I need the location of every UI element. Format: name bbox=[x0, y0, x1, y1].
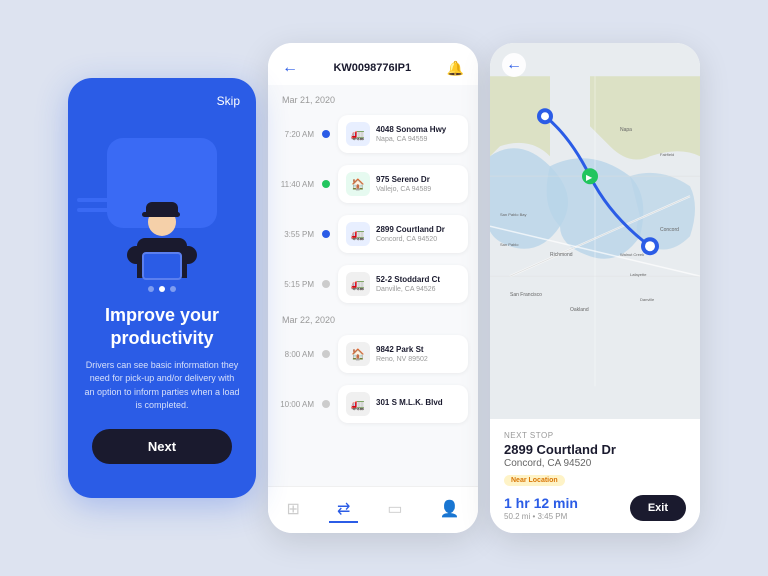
dot-3 bbox=[170, 286, 176, 292]
nav-box-icon[interactable]: ▭ bbox=[379, 497, 410, 523]
dot-1 bbox=[148, 286, 154, 292]
map-back-button[interactable]: ← bbox=[502, 53, 526, 77]
bell-icon[interactable]: 🔔 bbox=[447, 60, 464, 77]
stop-card[interactable]: 🚛 4048 Sonoma Hwy Napa, CA 94559 bbox=[338, 115, 468, 153]
skip-button[interactable]: Skip bbox=[217, 94, 240, 108]
stop-address: 301 S M.L.K. Blvd bbox=[376, 398, 460, 408]
nav-person-icon[interactable]: 👤 bbox=[432, 497, 468, 523]
timeline-dot bbox=[322, 180, 330, 188]
timeline-dot bbox=[322, 230, 330, 238]
stop-time: 3:55 PM bbox=[278, 230, 314, 239]
stop-icon: 🏠 bbox=[346, 172, 370, 196]
stop-item[interactable]: 3:55 PM 🚛 2899 Courtland Dr Concord, CA … bbox=[268, 209, 478, 259]
route-scroll[interactable]: Mar 21, 2020 7:20 AM 🚛 4048 Sonoma Hwy N… bbox=[268, 85, 478, 486]
stop-card[interactable]: 🚛 301 S M.L.K. Blvd bbox=[338, 385, 468, 423]
stop-card-text: 2899 Courtland Dr Concord, CA 94520 bbox=[376, 225, 460, 243]
illustration bbox=[97, 118, 227, 278]
stop-city: Vallejo, CA 94589 bbox=[376, 186, 460, 193]
svg-text:San Pablo Bay: San Pablo Bay bbox=[500, 212, 526, 217]
timeline-dot bbox=[322, 280, 330, 288]
timeline-dot bbox=[322, 350, 330, 358]
svg-text:Richmond: Richmond bbox=[550, 252, 573, 258]
stop-time: 11:40 AM bbox=[278, 180, 314, 189]
exit-button[interactable]: Exit bbox=[630, 495, 686, 521]
back-button[interactable]: ← bbox=[282, 59, 298, 77]
onboarding-screen: Skip Improve your productivity Drivers c bbox=[68, 78, 256, 498]
svg-text:Lafayette: Lafayette bbox=[630, 272, 647, 277]
svg-text:Concord: Concord bbox=[660, 227, 679, 233]
stop-card[interactable]: 🚛 2899 Courtland Dr Concord, CA 94520 bbox=[338, 215, 468, 253]
stop-time: 8:00 AM bbox=[278, 350, 314, 359]
bottom-nav: ⊞ ⇄ ▭ 👤 bbox=[268, 486, 478, 533]
stop-card-text: 9842 Park St Reno, NV 89502 bbox=[376, 345, 460, 363]
svg-text:Walnut Creek: Walnut Creek bbox=[620, 252, 644, 257]
dot-2 bbox=[159, 286, 165, 292]
svg-text:San Francisco: San Francisco bbox=[510, 292, 542, 298]
map-area[interactable]: ▶ Napa Fairfield Concord San Francisco O… bbox=[490, 43, 700, 419]
stop-icon: 🏠 bbox=[346, 342, 370, 366]
stop-card[interactable]: 🏠 9842 Park St Reno, NV 89502 bbox=[338, 335, 468, 373]
stop-card[interactable]: 🚛 52-2 Stoddard Ct Danville, CA 94526 bbox=[338, 265, 468, 303]
stop-city: Concord, CA 94520 bbox=[376, 236, 460, 243]
stop-icon: 🚛 bbox=[346, 272, 370, 296]
stop-time: 5:15 PM bbox=[278, 280, 314, 289]
timeline-dot bbox=[322, 130, 330, 138]
stop-card[interactable]: 🏠 975 Sereno Dr Vallejo, CA 94589 bbox=[338, 165, 468, 203]
stop-address: 4048 Sonoma Hwy bbox=[376, 125, 460, 135]
stop-time: 7:20 AM bbox=[278, 130, 314, 139]
route-header: ← KW0098776IP1 🔔 bbox=[268, 43, 478, 85]
eta-row: 1 hr 12 min 50.2 mi • 3:45 PM Exit bbox=[504, 495, 686, 521]
onboarding-description: Drivers can see basic information they n… bbox=[84, 359, 240, 413]
svg-text:Fairfield: Fairfield bbox=[660, 152, 674, 157]
stop-icon: 🚛 bbox=[346, 122, 370, 146]
stop-card-text: 4048 Sonoma Hwy Napa, CA 94559 bbox=[376, 125, 460, 143]
date-label-2: Mar 22, 2020 bbox=[268, 309, 478, 329]
nav-grid-icon[interactable]: ⊞ bbox=[279, 497, 308, 523]
timeline-dot bbox=[322, 400, 330, 408]
stop-card-text: 52-2 Stoddard Ct Danville, CA 94526 bbox=[376, 275, 460, 293]
nav-route-icon[interactable]: ⇄ bbox=[329, 497, 358, 523]
stop-address: 975 Sereno Dr bbox=[376, 175, 460, 185]
svg-text:▶: ▶ bbox=[586, 173, 593, 182]
next-stop-panel: Next stop 2899 Courtland Dr Concord, CA … bbox=[490, 419, 700, 533]
onboarding-title: Improve your productivity bbox=[84, 304, 240, 351]
eta-details: 50.2 mi • 3:45 PM bbox=[504, 512, 578, 521]
stop-city: Napa, CA 94559 bbox=[376, 136, 460, 143]
eta-time: 1 hr 12 min bbox=[504, 495, 578, 511]
stop-city: Reno, NV 89502 bbox=[376, 356, 460, 363]
stop-icon: 🚛 bbox=[346, 222, 370, 246]
near-location-badge: Near Location bbox=[504, 475, 565, 486]
next-stop-label: Next stop bbox=[504, 431, 686, 440]
svg-text:San Pablo: San Pablo bbox=[500, 242, 519, 247]
svg-text:Oakland: Oakland bbox=[570, 307, 589, 313]
stop-item[interactable]: 11:40 AM 🏠 975 Sereno Dr Vallejo, CA 945… bbox=[268, 159, 478, 209]
route-list-screen: ← KW0098776IP1 🔔 Mar 21, 2020 7:20 AM 🚛 … bbox=[268, 43, 478, 533]
stop-city: Danville, CA 94526 bbox=[376, 286, 460, 293]
stop-icon: 🚛 bbox=[346, 392, 370, 416]
svg-text:Napa: Napa bbox=[620, 127, 632, 133]
stop-item[interactable]: 8:00 AM 🏠 9842 Park St Reno, NV 89502 bbox=[268, 329, 478, 379]
stop-item[interactable]: 7:20 AM 🚛 4048 Sonoma Hwy Napa, CA 94559 bbox=[268, 109, 478, 159]
stop-item[interactable]: 5:15 PM 🚛 52-2 Stoddard Ct Danville, CA … bbox=[268, 259, 478, 309]
stop-address: 52-2 Stoddard Ct bbox=[376, 275, 460, 285]
date-label-1: Mar 21, 2020 bbox=[268, 89, 478, 109]
next-button[interactable]: Next bbox=[92, 429, 232, 464]
next-stop-city: Concord, CA 94520 bbox=[504, 458, 686, 469]
route-id: KW0098776IP1 bbox=[333, 62, 411, 74]
stop-address: 9842 Park St bbox=[376, 345, 460, 355]
eta-info: 1 hr 12 min 50.2 mi • 3:45 PM bbox=[504, 495, 578, 521]
stop-card-text: 975 Sereno Dr Vallejo, CA 94589 bbox=[376, 175, 460, 193]
stop-item[interactable]: 10:00 AM 🚛 301 S M.L.K. Blvd bbox=[268, 379, 478, 429]
next-stop-address: 2899 Courtland Dr bbox=[504, 442, 686, 458]
map-screen: ▶ Napa Fairfield Concord San Francisco O… bbox=[490, 43, 700, 533]
stop-card-text: 301 S M.L.K. Blvd bbox=[376, 398, 460, 409]
pagination-dots bbox=[148, 286, 176, 292]
stop-time: 10:00 AM bbox=[278, 400, 314, 409]
stop-address: 2899 Courtland Dr bbox=[376, 225, 460, 235]
svg-text:Danville: Danville bbox=[640, 297, 655, 302]
